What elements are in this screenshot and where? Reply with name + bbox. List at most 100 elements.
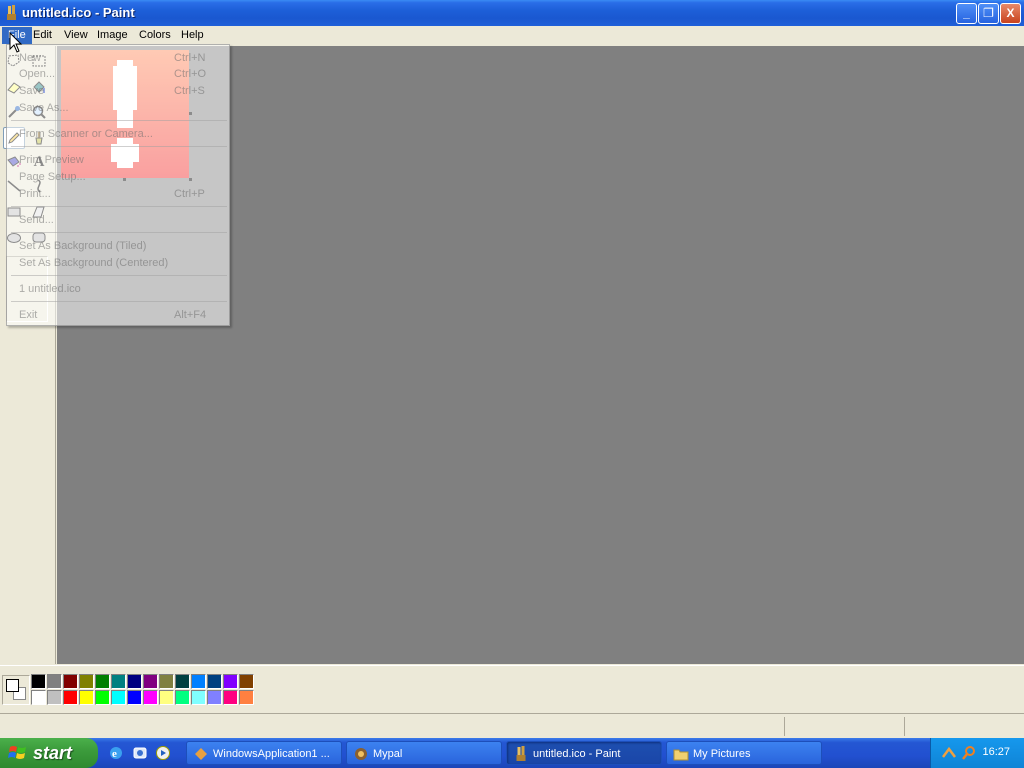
foreground-color-swatch[interactable] [6, 679, 19, 692]
paint-icon [516, 746, 526, 761]
palette-color-swatch[interactable] [239, 674, 254, 689]
taskbar: start e WindowsApplication1 ... Mypal un… [0, 738, 1024, 768]
menu-item-new[interactable]: New Ctrl+N [19, 50, 219, 66]
media-player-icon[interactable] [155, 745, 171, 761]
menu-item-label: Page Setup... [19, 171, 86, 183]
palette-color-swatch[interactable] [31, 690, 46, 705]
menu-separator [11, 232, 227, 233]
status-selection-size [904, 717, 1022, 736]
palette-color-swatch[interactable] [95, 690, 110, 705]
start-button[interactable]: start [0, 738, 98, 768]
palette-color-swatch[interactable] [223, 690, 238, 705]
palette-color-swatch[interactable] [191, 690, 206, 705]
minimize-button[interactable]: _ [956, 3, 977, 24]
palette-color-swatch[interactable] [159, 690, 174, 705]
palette-color-swatch[interactable] [47, 674, 62, 689]
windows-logo-icon [8, 746, 26, 759]
menu-item-save[interactable]: Save Ctrl+S [19, 83, 219, 99]
menu-item-recent-file[interactable]: 1 untitled.ico [19, 281, 219, 297]
menu-edit[interactable]: Edit [27, 27, 58, 44]
task-my-pictures[interactable]: My Pictures [666, 741, 822, 765]
menu-item-from-scanner[interactable]: From Scanner or Camera... [19, 126, 219, 142]
palette-color-swatch[interactable] [111, 690, 126, 705]
file-menu-dropdown: New Ctrl+N Open... Ctrl+O Save Ctrl+S Save … [6, 44, 230, 326]
menu-item-shortcut: Ctrl+S [174, 85, 205, 97]
menu-help[interactable]: Help [175, 27, 210, 44]
task-mypal[interactable]: Mypal [346, 741, 502, 765]
palette-color-swatch[interactable] [239, 690, 254, 705]
menu-item-print-preview[interactable]: Print Preview [19, 152, 219, 168]
palette-color-swatch[interactable] [31, 674, 46, 689]
menu-item-shortcut: Ctrl+P [174, 188, 205, 200]
status-bar [0, 713, 1024, 738]
palette-color-swatch[interactable] [207, 690, 222, 705]
menu-item-label: 1 untitled.ico [19, 283, 81, 295]
menu-view[interactable]: View [58, 27, 94, 44]
menu-item-label: Exit [19, 309, 38, 321]
palette-color-swatch[interactable] [111, 674, 126, 689]
palette-color-swatch[interactable] [175, 690, 190, 705]
start-label: start [33, 743, 73, 763]
menu-item-label: From Scanner or Camera... [19, 128, 153, 140]
palette-color-swatch[interactable] [127, 690, 142, 705]
menu-item-print[interactable]: Print... Ctrl+P [19, 186, 219, 202]
system-tray: 16:27 [930, 738, 1024, 768]
title-bar[interactable]: untitled.ico - Paint _ ❐ X [0, 0, 1024, 26]
svg-text:e: e [112, 748, 117, 760]
folder-icon [673, 749, 689, 761]
paint-app-icon [7, 5, 16, 20]
palette-color-swatch[interactable] [63, 690, 78, 705]
palette-color-swatch[interactable] [223, 674, 238, 689]
task-paint[interactable]: untitled.ico - Paint [506, 741, 662, 765]
menu-item-label: Set As Background (Centered) [19, 257, 169, 269]
menu-item-shortcut: Ctrl+O [174, 68, 207, 80]
menu-separator [11, 146, 227, 147]
show-desktop-icon[interactable] [132, 745, 148, 761]
menu-colors[interactable]: Colors [133, 27, 177, 44]
current-colors-box[interactable] [2, 675, 30, 705]
menu-item-shortcut: Ctrl+N [174, 52, 206, 64]
menu-item-send[interactable]: Send... [19, 212, 219, 228]
menu-item-open[interactable]: Open... Ctrl+O [19, 66, 219, 82]
palette-color-swatch[interactable] [47, 690, 62, 705]
network-tray-icon[interactable] [941, 745, 957, 761]
maximize-button[interactable]: ❐ [978, 3, 999, 24]
close-button[interactable]: X [1000, 3, 1021, 24]
menu-item-exit[interactable]: Exit Alt+F4 [19, 307, 219, 323]
palette-color-swatch[interactable] [207, 674, 222, 689]
menu-item-label: Open... [19, 68, 56, 80]
menu-separator [11, 120, 227, 121]
task-label: Mypal [373, 748, 403, 760]
palette-color-swatch[interactable] [79, 674, 94, 689]
palette-color-swatch[interactable] [95, 674, 110, 689]
menu-item-label: Save As... [19, 102, 69, 114]
status-coordinates [784, 717, 904, 736]
task-label: My Pictures [693, 748, 751, 760]
palette-color-swatch[interactable] [143, 690, 158, 705]
menu-item-page-setup[interactable]: Page Setup... [19, 169, 219, 185]
task-label: untitled.ico - Paint [533, 748, 621, 760]
mypal-icon [355, 748, 367, 760]
palette-color-swatch[interactable] [127, 674, 142, 689]
palette-color-swatch[interactable] [175, 674, 190, 689]
menu-item-bg-centered[interactable]: Set As Background (Centered) [19, 255, 219, 271]
palette-color-swatch[interactable] [63, 674, 78, 689]
menu-item-bg-tiled[interactable]: Set As Background (Tiled) [19, 238, 219, 254]
mouse-cursor-icon [9, 32, 23, 53]
palette-color-swatch[interactable] [79, 690, 94, 705]
menu-item-save-as[interactable]: Save As... [19, 100, 219, 116]
task-label: WindowsApplication1 ... [213, 748, 330, 760]
palette-color-swatch[interactable] [159, 674, 174, 689]
color-palette [0, 665, 1024, 713]
palette-color-swatch[interactable] [143, 674, 158, 689]
internet-explorer-icon[interactable]: e [108, 745, 124, 761]
window-title: untitled.ico - Paint [22, 5, 135, 20]
menu-item-shortcut: Alt+F4 [174, 309, 207, 321]
search-tray-icon[interactable] [961, 745, 977, 761]
menu-image[interactable]: Image [91, 27, 134, 44]
task-windowsapplication1[interactable]: WindowsApplication1 ... [186, 741, 342, 765]
menu-item-label: Set As Background (Tiled) [19, 240, 147, 252]
menu-separator [11, 206, 227, 207]
palette-color-swatch[interactable] [191, 674, 206, 689]
menu-item-label: Send... [19, 214, 54, 226]
